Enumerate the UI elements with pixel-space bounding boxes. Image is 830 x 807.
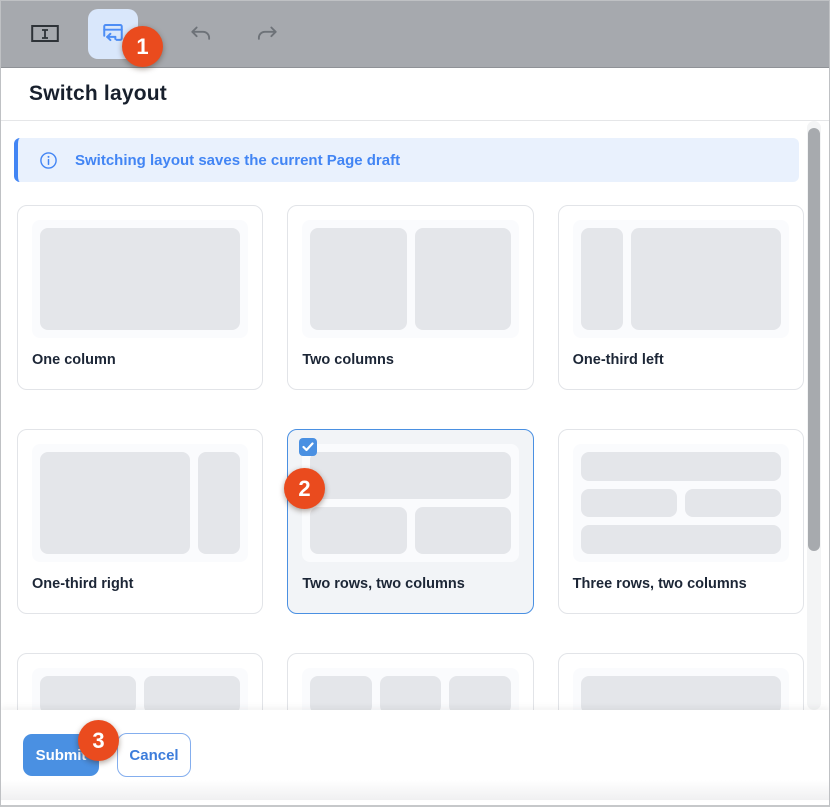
layout-preview [573,444,789,562]
layout-preview [302,444,518,562]
layout-preview [302,668,518,710]
preview-block [40,228,240,330]
preview-block [415,507,511,554]
selected-checkbox[interactable] [299,438,317,456]
preview-block [631,228,781,330]
preview-block [144,676,240,710]
layout-card-one-third-left[interactable]: One-third left [558,205,804,390]
preview-block [685,489,781,518]
undo-icon [188,24,214,44]
preview-block [581,489,677,518]
layout-card-one-third-right[interactable]: One-third right [17,429,263,614]
layout-preview [573,220,789,338]
scrollbar-thumb[interactable] [808,128,820,551]
text-field-icon [31,24,59,44]
preview-block [198,452,240,554]
preview-block [40,452,190,554]
info-banner-text: Switching layout saves the current Page … [75,152,400,169]
dialog-header: Switch layout [1,68,829,121]
text-field-tool-button[interactable] [31,24,59,44]
preview-block [581,676,781,710]
editor-window: Switch layout Switching layout saves the… [0,0,830,807]
dialog-title: Switch layout [29,82,167,106]
dialog-footer: Submit Cancel [1,710,829,800]
annotation-badge-2: 2 [284,468,325,509]
preview-block [581,452,781,481]
layout-card-partial-1[interactable] [17,653,263,710]
dialog-body: Switching layout saves the current Page … [1,121,829,710]
layout-label: Three rows, two columns [573,576,789,592]
layout-card-one-column[interactable]: One column [17,205,263,390]
layout-card-two-rows-two-columns[interactable]: Two rows, two columns [287,429,533,614]
layout-preview [32,220,248,338]
layout-card-partial-3[interactable] [558,653,804,710]
layout-preview [32,668,248,710]
redo-button[interactable] [252,22,282,46]
preview-block [449,676,510,710]
info-icon [39,151,58,170]
layout-preview [573,668,789,710]
layout-card-partial-2[interactable] [287,653,533,710]
layout-label: One column [32,352,248,368]
redo-icon [254,24,280,44]
preview-block [310,228,406,330]
annotation-badge-1: 1 [122,26,163,67]
layout-label: One-third left [573,352,789,368]
layout-card-three-rows-two-columns[interactable]: Three rows, two columns [558,429,804,614]
preview-block [310,676,371,710]
info-banner: Switching layout saves the current Page … [14,138,799,182]
scrollbar-track[interactable] [807,121,821,710]
preview-block [380,676,441,710]
preview-block [581,228,623,330]
layout-card-two-columns[interactable]: Two columns [287,205,533,390]
layout-preview [32,444,248,562]
cancel-button[interactable]: Cancel [117,733,191,777]
preview-block [581,525,781,554]
layout-preview [302,220,518,338]
layout-label: One-third right [32,576,248,592]
undo-button[interactable] [186,22,216,46]
layout-label: Two rows, two columns [302,576,518,592]
preview-block [310,507,406,554]
preview-block [415,228,511,330]
preview-block [40,676,136,710]
layout-grid: One column Two columns One-third left On… [17,205,804,710]
annotation-badge-3: 3 [78,720,119,761]
layout-label: Two columns [302,352,518,368]
preview-block [310,452,510,499]
